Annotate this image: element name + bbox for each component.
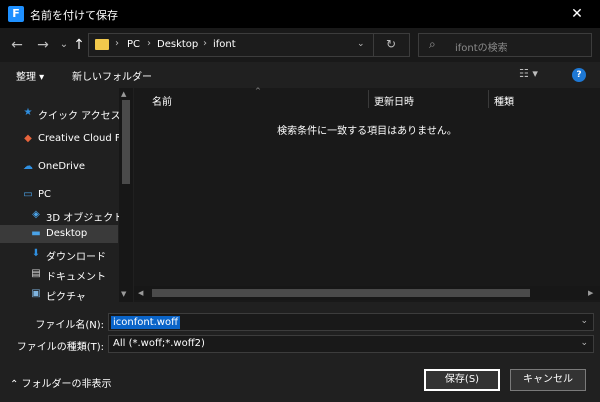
window-title: 名前を付けて保存 — [30, 9, 118, 22]
forward-button[interactable]: → — [34, 36, 52, 54]
close-button[interactable]: ✕ — [554, 0, 600, 28]
sidebar-item-label: PC — [38, 189, 52, 200]
chevron-down-icon[interactable]: ⌄ — [357, 39, 365, 49]
breadcrumb-separator: › — [147, 38, 151, 49]
command-toolbar: 整理 ▾ 新しいフォルダー ☷ ▾ ? — [0, 62, 600, 88]
app-icon: F — [8, 6, 24, 22]
sidebar-item-onedrive[interactable]: ☁ OneDrive — [0, 158, 118, 176]
save-button[interactable]: 保存(S) — [424, 369, 500, 391]
search-input[interactable]: ⌕ ifontの検索 — [418, 33, 592, 57]
sidebar-item-pictures[interactable]: ▣ ピクチャ — [0, 285, 118, 303]
sidebar-scroll-thumb[interactable] — [122, 100, 130, 184]
breadcrumb-desktop[interactable]: Desktop — [157, 39, 198, 50]
navigation-pane: ★ クイック アクセス ◆ Creative Cloud File ☁ OneD… — [0, 88, 134, 303]
picture-icon: ▣ — [31, 288, 41, 299]
title-bar: F 名前を付けて保存 ✕ — [0, 0, 600, 28]
scroll-down-icon[interactable]: ▼ — [121, 290, 126, 298]
chevron-down-icon[interactable]: ⌄ — [580, 316, 588, 326]
filetype-label: ファイルの種類(T): — [16, 342, 104, 353]
sidebar-item-label: 3D オブジェクト — [46, 213, 124, 224]
breadcrumb-ifont[interactable]: ifont — [213, 39, 236, 50]
back-button[interactable]: ← — [8, 36, 26, 54]
sidebar-item-label: ダウンロード — [46, 252, 106, 263]
column-header-modified[interactable]: 更新日時 — [374, 93, 414, 108]
sidebar-item-label: クイック アクセス — [38, 111, 121, 122]
empty-list-message: 検索条件に一致する項目はありません。 — [277, 126, 457, 137]
scroll-left-icon[interactable]: ◀ — [138, 289, 143, 297]
breadcrumb-separator: › — [203, 38, 207, 49]
cloud-icon: ☁ — [23, 161, 33, 172]
column-divider[interactable] — [368, 90, 369, 108]
navigation-bar: ← → ⌄ ↑ › PC › Desktop › ifont ⌄ ↻ ⌕ ifo… — [0, 28, 600, 62]
view-options-icon[interactable]: ☷ ▾ — [519, 67, 538, 80]
folder-icon — [95, 39, 109, 50]
sidebar-scrollbar[interactable]: ▲ ▼ — [119, 88, 133, 302]
breadcrumb-separator: › — [115, 38, 119, 49]
hide-folders-toggle[interactable]: ⌃ フォルダーの非表示 — [10, 375, 112, 390]
breadcrumb-pc[interactable]: PC — [127, 39, 140, 50]
star-icon: ★ — [23, 107, 33, 118]
save-form: ファイル名(N): iconfont.woff ⌄ ファイルの種類(T): Al… — [0, 302, 600, 402]
download-icon: ⬇ — [31, 248, 41, 259]
sidebar-item-creative-cloud[interactable]: ◆ Creative Cloud File — [0, 130, 131, 148]
search-placeholder: ifontの検索 — [455, 43, 508, 54]
refresh-icon[interactable]: ↻ — [386, 37, 396, 51]
column-divider[interactable] — [488, 90, 489, 108]
sidebar-item-documents[interactable]: ▤ ドキュメント — [0, 265, 118, 283]
computer-icon: ▭ — [23, 189, 33, 200]
sidebar-item-label: Desktop — [46, 228, 88, 239]
filetype-select[interactable]: All (*.woff;*.woff2) ⌄ — [108, 335, 594, 353]
filename-label: ファイル名(N): — [35, 320, 104, 331]
cube-icon: ◈ — [32, 209, 40, 220]
new-folder-button[interactable]: 新しいフォルダー — [72, 68, 152, 83]
filename-input[interactable]: iconfont.woff ⌄ — [108, 313, 594, 331]
file-list-pane: ^ 名前 更新日時 種類 検索条件に一致する項目はありません。 ◀ ▶ — [134, 87, 600, 302]
sidebar-item-label: OneDrive — [38, 161, 86, 172]
sidebar-item-pc[interactable]: ▭ PC — [0, 186, 118, 204]
chevron-down-icon[interactable]: ⌄ — [580, 338, 588, 348]
column-header-type[interactable]: 種類 — [494, 93, 514, 108]
creative-cloud-icon: ◆ — [24, 133, 32, 144]
sidebar-item-label: ドキュメント — [46, 272, 106, 283]
sort-indicator-icon: ^ — [255, 87, 261, 95]
filetype-value: All (*.woff;*.woff2) — [113, 338, 205, 349]
sidebar-item-label: Creative Cloud File — [38, 133, 132, 144]
sidebar-item-quick-access[interactable]: ★ クイック アクセス — [0, 104, 121, 122]
scroll-right-icon[interactable]: ▶ — [588, 289, 593, 297]
desktop-icon: ▬ — [31, 228, 41, 239]
column-header-name[interactable]: 名前 — [152, 93, 172, 108]
cancel-button[interactable]: キャンセル — [510, 369, 586, 391]
address-divider — [373, 34, 374, 56]
search-icon: ⌕ — [429, 37, 436, 51]
scroll-up-icon[interactable]: ▲ — [121, 90, 126, 98]
sidebar-item-label: ピクチャ — [46, 292, 86, 303]
address-bar[interactable]: › PC › Desktop › ifont ⌄ ↻ — [88, 33, 410, 57]
document-icon: ▤ — [31, 268, 41, 279]
help-icon[interactable]: ? — [572, 68, 586, 82]
horizontal-scrollbar[interactable]: ◀ ▶ — [134, 286, 600, 300]
horizontal-scroll-thumb[interactable] — [152, 289, 530, 297]
organize-button[interactable]: 整理 ▾ — [16, 68, 44, 83]
sidebar-item-desktop[interactable]: ▬ Desktop — [0, 225, 118, 243]
sidebar-item-3d-objects[interactable]: ◈ 3D オブジェクト — [0, 206, 123, 224]
sidebar-item-downloads[interactable]: ⬇ ダウンロード — [0, 245, 118, 263]
up-button[interactable]: ↑ — [70, 36, 88, 54]
filename-value[interactable]: iconfont.woff — [111, 316, 180, 329]
